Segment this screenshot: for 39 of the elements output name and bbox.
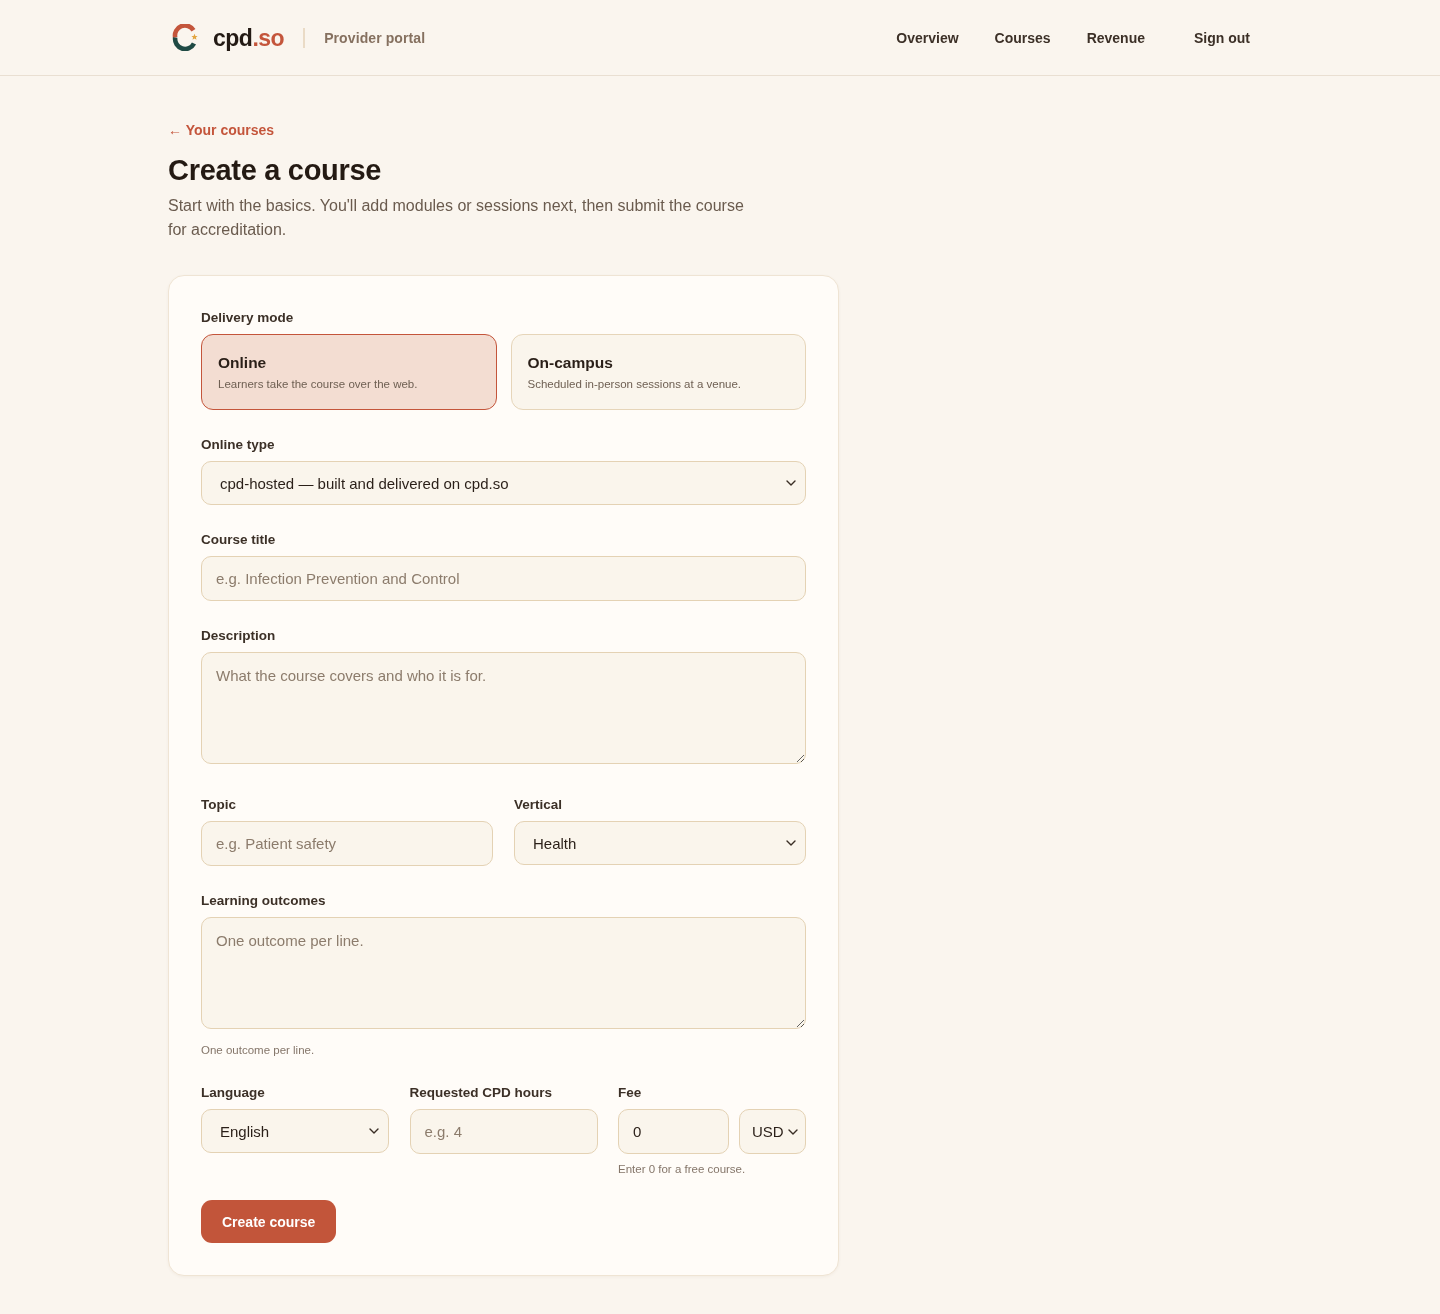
chevron-down-icon (786, 480, 796, 486)
field-label: Language (201, 1084, 266, 1102)
dropdown[interactable]: Health (514, 821, 806, 865)
amount-input[interactable]: 0 (618, 1109, 729, 1154)
chevron-down-icon (788, 1128, 798, 1135)
field-label: Fee (618, 1084, 643, 1102)
field-label: Online type (201, 436, 276, 454)
create-course-button[interactable]: Create course (201, 1200, 337, 1243)
page-title: Create a course (168, 153, 382, 188)
logo-wordmark[interactable]: cpd.so (213, 23, 285, 52)
back-link[interactable]: ← Your courses (168, 121, 275, 139)
logo-icon (172, 24, 199, 51)
sign-out-link[interactable]: Sign out (1194, 29, 1250, 46)
intro-text: Start with the basics. You'll add modules or sessions next, then submit the course for accreditation. (168, 196, 745, 240)
delivery-option[interactable]: On-campus Scheduled in-person sessions at a venue. (510, 334, 806, 410)
text-area[interactable]: What the course covers and who it is for. (201, 652, 806, 764)
field-label: Delivery mode (201, 309, 295, 327)
portal-label: Provider portal (324, 29, 426, 46)
field-label: Learning outcomes (201, 892, 327, 910)
chevron-down-icon (369, 1128, 379, 1134)
text-input[interactable]: e.g. 4 (409, 1109, 598, 1154)
nav-link[interactable]: Courses (994, 29, 1051, 46)
nav-link[interactable]: Overview (896, 29, 959, 46)
field-label: Course title (201, 531, 277, 549)
text-area[interactable]: One outcome per line. (201, 917, 806, 1029)
text-input[interactable]: e.g. Infection Prevention and Control (201, 556, 806, 601)
dropdown[interactable]: USD (739, 1109, 806, 1154)
dropdown[interactable]: cpd-hosted — built and delivered on cpd.so (201, 461, 806, 505)
field-label: Requested CPD hours (409, 1084, 554, 1102)
dropdown[interactable]: English (201, 1109, 389, 1153)
hint-text: Enter 0 for a free course. (618, 1162, 747, 1177)
field-label: Description (201, 627, 277, 645)
text-input[interactable]: e.g. Patient safety (201, 821, 493, 866)
nav-link[interactable]: Revenue (1086, 29, 1145, 46)
chevron-down-icon (786, 840, 796, 846)
hint-text: One outcome per line. (201, 1043, 316, 1058)
delivery-option[interactable]: Online Learners take the course over the web. (201, 334, 497, 410)
field-label: Vertical (514, 796, 564, 814)
field-label: Topic (201, 796, 237, 814)
